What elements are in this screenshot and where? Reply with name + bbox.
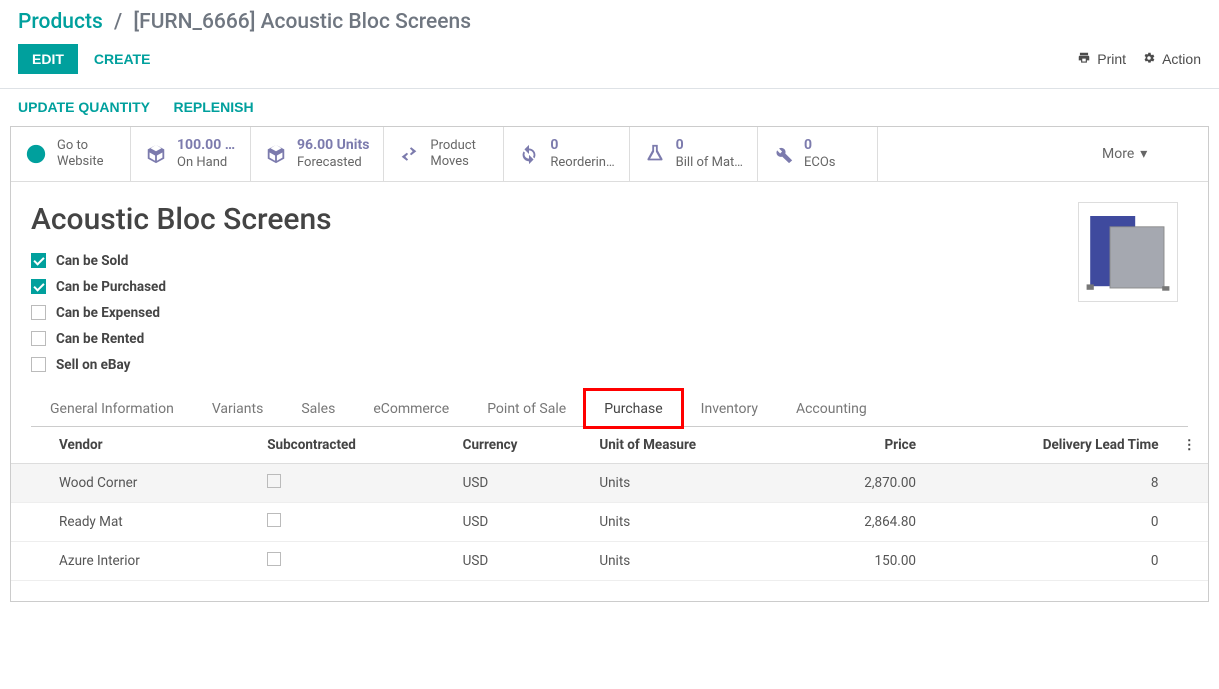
tab-ecommerce[interactable]: eCommerce — [354, 390, 468, 427]
stat-ecos[interactable]: 0 ECOs — [758, 127, 878, 181]
checkbox[interactable] — [267, 513, 281, 527]
print-icon — [1077, 51, 1097, 68]
cell-price: 2,870.00 — [797, 463, 928, 502]
product-image[interactable] — [1078, 202, 1178, 302]
kebab-icon: ⋮ — [1183, 437, 1197, 453]
tab-general-information[interactable]: General Information — [31, 390, 193, 427]
tab-inventory[interactable]: Inventory — [682, 390, 777, 427]
exchange-icon — [398, 143, 420, 165]
check-can-be-sold: Can be Sold — [31, 253, 1078, 269]
update-quantity-button[interactable]: UPDATE QUANTITY — [18, 99, 150, 115]
checkbox[interactable] — [31, 331, 46, 346]
cell-price: 2,864.80 — [797, 502, 928, 541]
stat-on-hand[interactable]: 100.00 … On Hand — [131, 127, 251, 181]
stat-more[interactable]: More▾ — [1088, 127, 1208, 181]
product-title: Acoustic Bloc Screens — [31, 202, 1078, 237]
table-row[interactable]: Azure Interior USDUnits150.000 — [11, 541, 1208, 580]
checkbox[interactable] — [267, 474, 281, 488]
checkbox[interactable] — [31, 279, 46, 294]
replenish-button[interactable]: REPLENISH — [173, 99, 253, 115]
checkbox-label: Can be Expensed — [56, 305, 160, 321]
cell-subcontracted — [255, 502, 450, 541]
cell-lead: 0 — [928, 541, 1170, 580]
create-button[interactable]: CREATE — [94, 51, 151, 67]
edit-button[interactable]: EDIT — [18, 44, 78, 74]
tab-sales[interactable]: Sales — [282, 390, 354, 427]
checkbox-label: Can be Purchased — [56, 279, 166, 295]
chevron-down-icon: ▾ — [1140, 146, 1147, 162]
globe-icon — [25, 143, 47, 165]
boxes-icon — [265, 143, 287, 165]
cell-subcontracted — [255, 463, 450, 502]
cell-subcontracted — [255, 541, 450, 580]
check-can-be-purchased: Can be Purchased — [31, 279, 1078, 295]
cell-uom: Units — [587, 502, 796, 541]
checkbox-label: Can be Sold — [56, 253, 128, 269]
table-row[interactable]: Wood Corner USDUnits2,870.008 — [11, 463, 1208, 502]
cell-vendor: Wood Corner — [11, 463, 255, 502]
table-header-row: Vendor Subcontracted Currency Unit of Me… — [11, 427, 1208, 464]
check-can-be-expensed: Can be Expensed — [31, 305, 1078, 321]
breadcrumb: Products / [FURN_6666] Acoustic Bloc Scr… — [18, 10, 1201, 34]
checkbox-label: Can be Rented — [56, 331, 144, 347]
checkbox[interactable] — [31, 305, 46, 320]
breadcrumb-root[interactable]: Products — [18, 10, 103, 34]
cell-uom: Units — [587, 541, 796, 580]
table-row[interactable]: Ready Mat USDUnits2,864.800 — [11, 502, 1208, 541]
check-can-be-rented: Can be Rented — [31, 331, 1078, 347]
cell-lead: 8 — [928, 463, 1170, 502]
stat-product-moves[interactable]: Product Moves — [384, 127, 504, 181]
cell-uom: Units — [587, 463, 796, 502]
checkbox[interactable] — [31, 253, 46, 268]
tab-point-of-sale[interactable]: Point of Sale — [468, 390, 585, 427]
stat-bill-of-materials[interactable]: 0 Bill of Mat… — [630, 127, 758, 181]
check-sell-on-ebay: Sell on eBay — [31, 357, 1078, 373]
cell-vendor: Azure Interior — [11, 541, 255, 580]
wrench-icon — [772, 143, 794, 165]
cell-price: 150.00 — [797, 541, 928, 580]
print-button[interactable]: Print — [1077, 51, 1126, 68]
tab-variants[interactable]: Variants — [193, 390, 283, 427]
cell-vendor: Ready Mat — [11, 502, 255, 541]
col-vendor[interactable]: Vendor — [11, 427, 255, 464]
checkbox-label: Sell on eBay — [56, 357, 130, 373]
col-lead[interactable]: Delivery Lead Time — [928, 427, 1170, 464]
stat-reordering[interactable]: 0 Reorderin… — [504, 127, 629, 181]
action-button[interactable]: Action — [1142, 51, 1201, 68]
col-currency[interactable]: Currency — [451, 427, 588, 464]
refresh-icon — [518, 143, 540, 165]
flask-icon — [644, 143, 666, 165]
breadcrumb-current: [FURN_6666] Acoustic Bloc Screens — [133, 10, 471, 34]
cell-currency: USD — [451, 463, 588, 502]
col-uom[interactable]: Unit of Measure — [587, 427, 796, 464]
tab-purchase[interactable]: Purchase — [585, 390, 681, 427]
cell-lead: 0 — [928, 502, 1170, 541]
checkbox[interactable] — [31, 357, 46, 372]
boxes-icon — [145, 143, 167, 165]
stat-go-to-website[interactable]: Go to Website — [11, 127, 131, 181]
col-price[interactable]: Price — [797, 427, 928, 464]
checkbox[interactable] — [267, 552, 281, 566]
gear-icon — [1142, 51, 1162, 68]
col-subcontracted[interactable]: Subcontracted — [255, 427, 450, 464]
cell-currency: USD — [451, 541, 588, 580]
stat-forecasted[interactable]: 96.00 Units Forecasted — [251, 127, 384, 181]
cell-currency: USD — [451, 502, 588, 541]
tab-accounting[interactable]: Accounting — [777, 390, 886, 427]
col-menu[interactable]: ⋮ — [1171, 427, 1209, 464]
